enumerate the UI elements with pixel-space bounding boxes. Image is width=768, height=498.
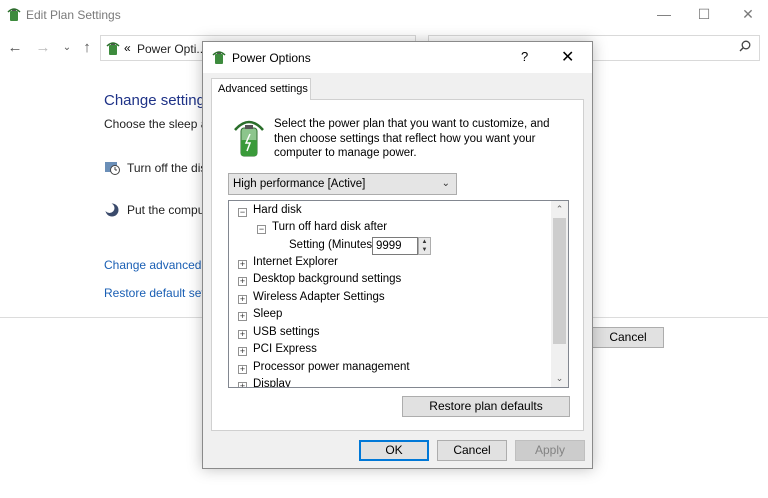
scroll-down-icon[interactable]: ⌄ [551,370,568,387]
expand-icon[interactable]: + [238,312,247,321]
expand-icon[interactable]: + [238,330,247,339]
tree-item-turn-off-hard-disk[interactable]: Turn off hard disk after [272,221,387,233]
power-options-dialog: Power Options ? ✕ Advanced settings Sele… [202,41,593,469]
up-arrow-icon[interactable]: ↑ [78,39,96,57]
expand-icon[interactable]: + [238,382,247,387]
maximize-icon[interactable]: ☐ [692,4,716,24]
tree-item-usb-settings[interactable]: USB settings [253,326,319,338]
power-options-icon [6,6,22,22]
expand-icon[interactable]: + [238,365,247,374]
tree-item-processor-power[interactable]: Processor power management [253,361,410,373]
spin-up-icon[interactable]: ▲ [419,238,430,246]
display-off-label: Turn off the dis [127,161,207,175]
power-plan-selected: High performance [Active] [233,178,366,190]
restore-plan-defaults-button[interactable]: Restore plan defaults [402,396,570,417]
page-heading: Change setting [104,92,205,109]
minutes-input[interactable]: 9999 [372,237,418,255]
tree-item-wireless-adapter[interactable]: Wireless Adapter Settings [253,291,385,303]
forward-arrow-icon[interactable]: → [34,39,52,57]
sleep-moon-icon [104,202,120,218]
expand-icon[interactable]: + [238,277,247,286]
spin-down-icon[interactable]: ▼ [419,246,430,254]
change-advanced-link[interactable]: Change advanced p [104,258,211,272]
page-subtitle: Choose the sleep an [104,117,215,131]
tree-item-hard-disk[interactable]: Hard disk [253,204,302,216]
chevron-down-icon: ⌄ [441,178,450,189]
apply-button[interactable]: Apply [515,440,585,461]
breadcrumb[interactable]: Power Opti... [137,42,206,56]
power-plan-dropdown[interactable]: High performance [Active] ⌄ [228,173,457,195]
scroll-up-icon[interactable]: ⌃ [551,201,568,218]
expand-icon[interactable]: + [238,295,247,304]
plan-description: Select the power plan that you want to c… [274,118,550,159]
vertical-scrollbar[interactable]: ⌃ ⌄ [551,201,568,387]
tree-item-display[interactable]: Display [253,378,291,387]
scrollbar-thumb[interactable] [553,218,566,344]
collapse-icon[interactable]: − [257,225,266,234]
minutes-spinner[interactable]: ▲ ▼ [418,237,431,255]
power-options-icon [105,40,121,56]
help-icon[interactable]: ? [521,49,528,64]
back-arrow-icon[interactable]: ← [6,39,24,57]
battery-power-icon [232,118,266,158]
setting-minutes-label: Setting (Minutes): [289,239,380,251]
tab-advanced-settings[interactable]: Advanced settings [211,78,311,100]
dialog-title: Power Options [232,51,311,65]
ok-button[interactable]: OK [359,440,429,461]
dialog-close-icon[interactable]: ✕ [561,47,574,67]
search-icon [739,40,751,55]
advanced-settings-panel: Select the power plan that you want to c… [211,99,584,431]
settings-tree[interactable]: − Hard disk − Turn off hard disk after S… [228,200,569,388]
recent-chevron-down-icon[interactable]: ⌄ [58,39,76,57]
tree-item-internet-explorer[interactable]: Internet Explorer [253,256,338,268]
dialog-title-bar: Power Options ? ✕ [203,42,592,73]
cancel-button[interactable]: Cancel [437,440,507,461]
close-icon[interactable]: ✕ [736,4,760,24]
screen: Edit Plan Settings — ☐ ✕ ← → ⌄ ↑ « Power… [0,0,768,498]
tree-item-sleep[interactable]: Sleep [253,308,282,320]
background-title-bar: Edit Plan Settings — ☐ ✕ [0,0,768,30]
display-clock-icon [104,160,120,176]
tree-item-pci-express[interactable]: PCI Express [253,343,317,355]
breadcrumb-separator: « [124,41,131,55]
background-cancel-button[interactable]: Cancel [592,327,664,348]
minimize-icon[interactable]: — [652,4,676,24]
expand-icon[interactable]: + [238,347,247,356]
restore-defaults-link[interactable]: Restore default sett [104,286,208,300]
collapse-icon[interactable]: − [238,208,247,217]
sleep-label: Put the compu [127,203,205,217]
expand-icon[interactable]: + [238,260,247,269]
power-options-icon [211,49,227,65]
tree-item-desktop-background[interactable]: Desktop background settings [253,273,401,285]
window-title: Edit Plan Settings [26,8,121,22]
